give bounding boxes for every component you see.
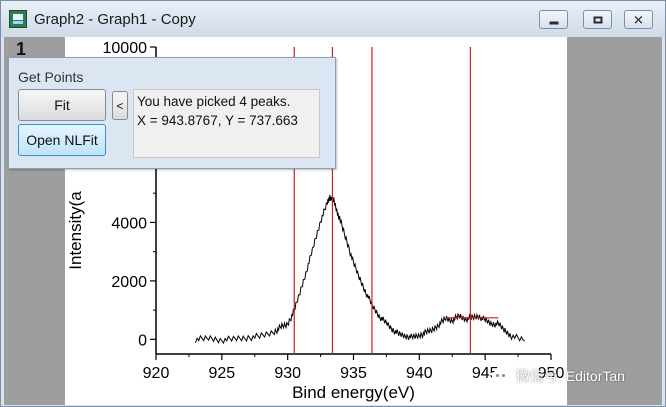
minimize-button[interactable]: [539, 10, 568, 29]
y-axis-label: Intensity(a: [66, 191, 85, 270]
title-bar[interactable]: Graph2 - Graph1 - Copy ✕: [1, 1, 665, 37]
message-box: You have picked 4 peaks. X = 943.8767, Y…: [133, 89, 320, 158]
message-line-picked: You have picked 4 peaks.: [137, 94, 291, 109]
maximize-icon: [593, 16, 602, 23]
x-tick-label-3: 935: [340, 365, 367, 382]
x-tick-label-4: 940: [406, 365, 433, 382]
fit-button[interactable]: Fit: [18, 89, 106, 121]
maximize-button[interactable]: [583, 10, 612, 29]
x-axis-label: Bind energy(eV): [292, 383, 415, 402]
x-tick-label-2: 930: [274, 365, 301, 382]
y-tick-label-2: 4000: [111, 215, 147, 232]
get-points-dialog: Get Points Fit Open NLFit < You have pic…: [8, 57, 336, 169]
y-tick-label-3: 10000: [103, 40, 148, 57]
watermark-text: 微信号: EditorTan: [516, 368, 625, 384]
y-tick-label-1: 2000: [111, 274, 147, 291]
close-button[interactable]: ✕: [624, 10, 653, 29]
open-nlfit-button[interactable]: Open NLFit: [18, 124, 106, 156]
close-icon: ✕: [633, 12, 644, 27]
x-tick-label-0: 920: [143, 365, 170, 382]
wechat-icon: [492, 368, 510, 384]
y-tick-label-0: 0: [138, 332, 147, 349]
window-title: Graph2 - Graph1 - Copy: [34, 11, 196, 28]
collapse-button[interactable]: <: [112, 91, 128, 120]
graph-app-icon: [9, 10, 27, 28]
minimize-icon: [549, 21, 558, 24]
data-curve: [195, 194, 525, 345]
message-line-coords: X = 943.8767, Y = 737.663: [137, 113, 298, 128]
dialog-title: Get Points: [18, 69, 84, 85]
watermark: 微信号: EditorTan: [492, 366, 625, 386]
x-tick-label-1: 925: [208, 365, 235, 382]
